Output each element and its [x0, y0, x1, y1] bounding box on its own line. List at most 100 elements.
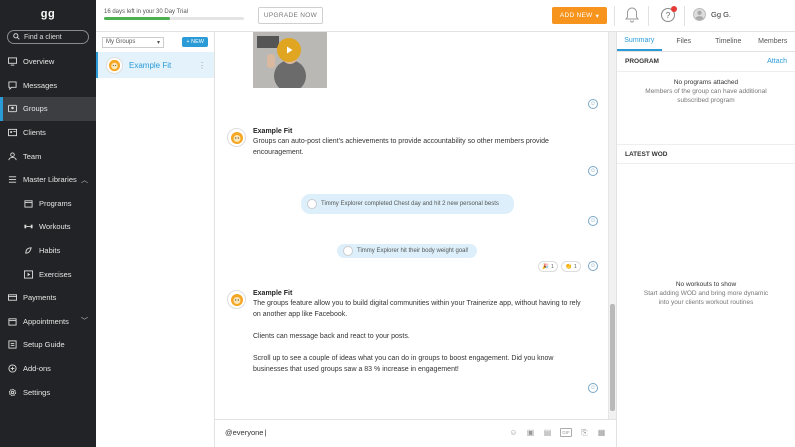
help-icon[interactable]: ? [661, 6, 677, 22]
group-list-panel: My Groups ▾ + NEW Example Fit ⋮ [96, 32, 215, 447]
message-composer[interactable]: @everyone ☺ ▣ ▤ GIF ⎘ ▦ [215, 419, 616, 447]
group-filter-label: My Groups [106, 39, 136, 45]
gif-icon[interactable]: GIF [560, 428, 572, 437]
post-author: Example Fit [253, 290, 293, 297]
upgrade-now-button[interactable]: UPGRADE NOW [258, 7, 323, 24]
add-reaction-icon[interactable]: ☺ [588, 383, 598, 393]
group-list-item[interactable]: Example Fit ⋮ [96, 52, 214, 78]
nav-item-programs[interactable]: Programs [0, 192, 96, 216]
divider [684, 6, 685, 26]
scrollbar-thumb[interactable] [610, 304, 615, 411]
add-reaction-icon[interactable]: ☺ [588, 166, 598, 176]
document-icon[interactable]: ▤ [543, 428, 552, 437]
bell-icon[interactable] [625, 7, 639, 23]
nav-item-overview[interactable]: Overview [0, 50, 96, 74]
tab-timeline[interactable]: Timeline [706, 32, 751, 51]
reaction-chip[interactable]: 👏 1 [561, 261, 581, 272]
more-options-icon[interactable]: ⋮ [198, 61, 206, 70]
calendar-icon[interactable]: ▦ [597, 428, 606, 437]
add-new-label: ADD NEW [559, 12, 593, 19]
nav-item-master-libraries[interactable]: Master Libraries ︿ [0, 168, 96, 192]
group-avatar [106, 56, 123, 74]
post-author: Example Fit [253, 128, 293, 135]
summary-tabs: Summary Files Timeline Members [617, 32, 795, 52]
auto-post-text: Timmy Explorer hit their body weight goa… [357, 248, 469, 254]
habit-icon [24, 246, 33, 255]
tab-summary[interactable]: Summary [617, 32, 662, 51]
nav-item-clients[interactable]: Clients [0, 121, 96, 145]
id-card-icon [8, 128, 17, 137]
image-icon[interactable]: ▣ [526, 428, 535, 437]
auto-post-text: Timmy Explorer completed Chest day and h… [321, 201, 499, 207]
user-menu[interactable]: Gg G. [693, 8, 731, 21]
library-icon [8, 175, 17, 184]
program-section-header: PROGRAM Attach [617, 52, 795, 72]
nav-item-exercises[interactable]: Exercises [0, 262, 96, 286]
nav-item-settings[interactable]: Settings [0, 380, 96, 404]
post-avatar [227, 128, 246, 147]
guide-icon [8, 340, 17, 349]
nav-label: Overview [23, 57, 55, 67]
nav-label: Habits [39, 246, 61, 256]
wod-heading: LATEST WOD [625, 150, 668, 158]
feed-scrollbar[interactable] [608, 32, 616, 419]
nav-item-messages[interactable]: Messages [0, 74, 96, 98]
trial-text: 16 days left in your 30 Day Trial [104, 9, 189, 15]
nav-item-payments[interactable]: Payments [0, 286, 96, 310]
gear-icon [8, 388, 17, 397]
clap-emoji-icon: 👏 [565, 263, 572, 270]
party-emoji-icon: 🎉 [542, 263, 549, 270]
calendar-icon [24, 199, 33, 208]
add-reaction-icon[interactable]: ☺ [588, 261, 598, 271]
video-thumbnail[interactable] [253, 32, 327, 88]
tab-files[interactable]: Files [662, 32, 707, 51]
app-logo: gg [40, 8, 56, 20]
group-summary-panel: Summary Files Timeline Members PROGRAM A… [616, 32, 795, 447]
client-search-placeholder: Find a client [24, 33, 62, 41]
search-icon [13, 32, 20, 42]
caret-down-icon: ▾ [156, 39, 160, 46]
nav-item-groups[interactable]: Groups [0, 97, 96, 121]
new-group-button[interactable]: + NEW [182, 37, 208, 47]
group-list-header: My Groups ▾ + NEW [96, 32, 214, 52]
nav-item-habits[interactable]: Habits [0, 239, 96, 263]
nav-label: Settings [23, 387, 51, 397]
program-empty-state: No programs attached Members of the grou… [617, 78, 795, 144]
tab-members[interactable]: Members [751, 32, 795, 51]
chevron-up-icon: ︿ [81, 176, 88, 184]
divider [614, 6, 615, 26]
add-reaction-icon[interactable]: ☺ [588, 99, 598, 109]
message-input[interactable]: @everyone [225, 428, 266, 437]
group-filter-select[interactable]: My Groups ▾ [102, 36, 164, 48]
composer-toolbar: ☺ ▣ ▤ GIF ⎘ ▦ [509, 428, 606, 437]
nav-item-setup-guide[interactable]: Setup Guide [0, 333, 96, 357]
caret-down-icon: ▾ [595, 12, 600, 20]
reaction-count: 1 [550, 263, 554, 270]
user-name: Gg G. [711, 10, 732, 19]
user-avatar-icon [307, 199, 317, 209]
add-new-button[interactable]: ADD NEW ▾ [552, 7, 607, 24]
avatar [693, 8, 706, 21]
nav-item-add-ons[interactable]: Add-ons [0, 357, 96, 381]
payments-icon [8, 293, 17, 302]
top-bar: 16 days left in your 30 Day Trial UPGRAD… [96, 0, 795, 32]
nav-item-appointments[interactable]: Appointments ﹀ [0, 310, 96, 334]
nav-label: Clients [23, 128, 46, 138]
program-heading: PROGRAM [625, 58, 659, 65]
attach-program-link[interactable]: Attach [767, 58, 787, 65]
nav-label: Appointments [23, 316, 69, 326]
client-search-input[interactable]: Find a client [7, 30, 89, 44]
add-reaction-icon[interactable]: ☺ [588, 216, 598, 226]
post-text-paragraph: Clients can message back and react to yo… [253, 333, 410, 340]
nav-item-workouts[interactable]: Workouts [0, 215, 96, 239]
auto-post-goal: Timmy Explorer hit their body weight goa… [337, 244, 477, 258]
addons-icon [8, 364, 17, 373]
calendar-icon [8, 317, 17, 326]
post-text: Groups can auto-post client's achievemen… [253, 138, 549, 156]
nav-label: Programs [39, 198, 72, 208]
play-icon[interactable] [277, 38, 301, 62]
reaction-chip[interactable]: 🎉 1 [538, 261, 558, 272]
emoji-icon[interactable]: ☺ [509, 428, 518, 437]
attachment-icon[interactable]: ⎘ [580, 428, 589, 437]
nav-item-team[interactable]: Team [0, 144, 96, 168]
